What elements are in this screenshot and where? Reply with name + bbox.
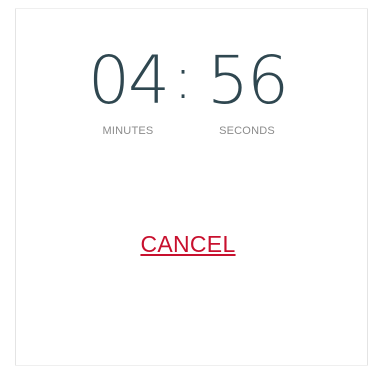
minutes-label: MINUTES — [102, 125, 154, 137]
countdown-timer: 04 : 56 MINUTES SECONDS — [0, 42, 383, 138]
seconds-label: SECONDS — [219, 125, 275, 137]
timer-card: 04 : 56 MINUTES SECONDS CANCEL — [0, 0, 383, 373]
minutes-value: 04 — [88, 42, 170, 119]
card-top-border — [15, 8, 368, 9]
card-bottom-border — [15, 365, 368, 366]
seconds-value: 56 — [207, 42, 289, 119]
time-separator: : — [173, 44, 193, 112]
cancel-button[interactable]: CANCEL — [133, 230, 243, 258]
